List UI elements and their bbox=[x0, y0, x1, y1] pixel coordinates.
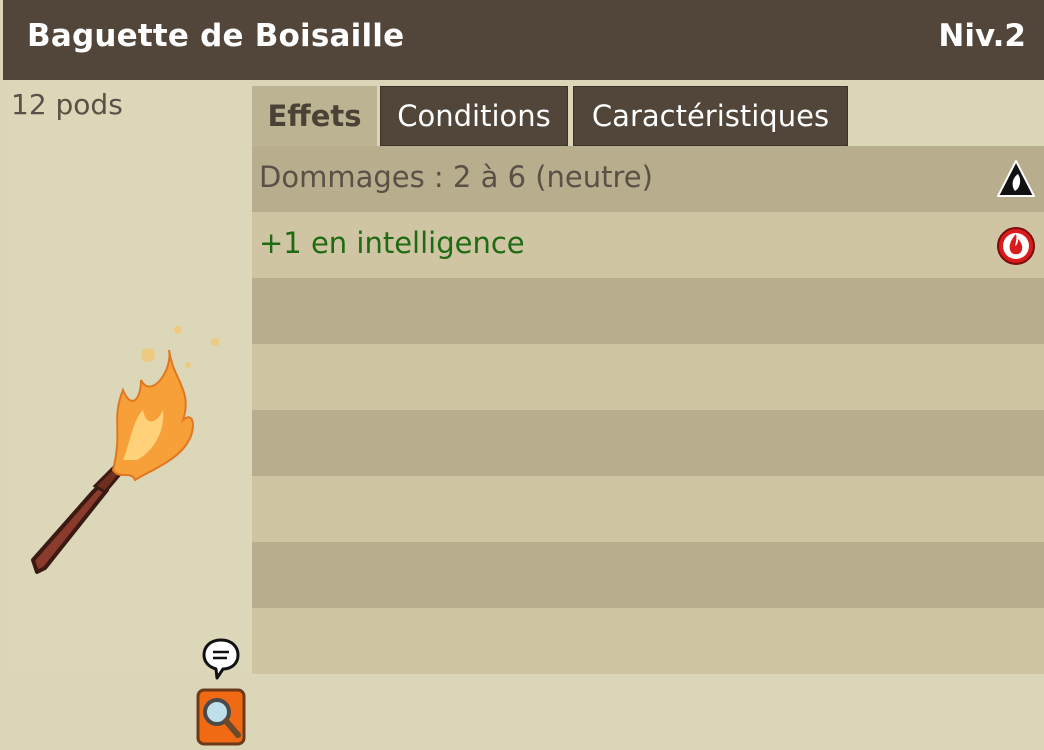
effects-list: Dommages : 2 à 6 (neutre) +1 en intellig… bbox=[252, 146, 1044, 674]
magnifier-icon bbox=[196, 688, 246, 746]
item-title-bar: Baguette de Boisaille Niv.2 bbox=[3, 0, 1044, 80]
speech-bubble-icon[interactable] bbox=[201, 637, 241, 681]
item-level: Niv.2 bbox=[938, 18, 1026, 54]
effect-text: Dommages : 2 à 6 (neutre) bbox=[259, 160, 653, 194]
tab-caracteristiques[interactable]: Caractéristiques bbox=[573, 86, 848, 146]
effect-row: +1 en intelligence bbox=[252, 212, 1044, 278]
empty-row bbox=[252, 608, 1044, 674]
empty-row bbox=[252, 476, 1044, 542]
empty-row bbox=[252, 344, 1044, 410]
tab-bar: Effets Conditions Caractéristiques bbox=[252, 80, 1044, 146]
empty-row bbox=[252, 542, 1044, 608]
item-preview-panel: 12 pods bbox=[3, 80, 252, 746]
effect-row: Dommages : 2 à 6 (neutre) bbox=[252, 146, 1044, 212]
empty-row bbox=[252, 410, 1044, 476]
tab-conditions[interactable]: Conditions bbox=[380, 86, 568, 146]
item-name: Baguette de Boisaille bbox=[27, 18, 405, 54]
tab-effets[interactable]: Effets bbox=[252, 86, 377, 146]
zoom-button[interactable] bbox=[196, 688, 246, 746]
wand-image bbox=[31, 326, 219, 574]
effect-text: +1 en intelligence bbox=[259, 226, 525, 260]
item-weight: 12 pods bbox=[11, 88, 123, 121]
neutral-element-icon bbox=[997, 160, 1035, 197]
empty-row bbox=[252, 278, 1044, 344]
fire-element-icon bbox=[997, 227, 1035, 265]
